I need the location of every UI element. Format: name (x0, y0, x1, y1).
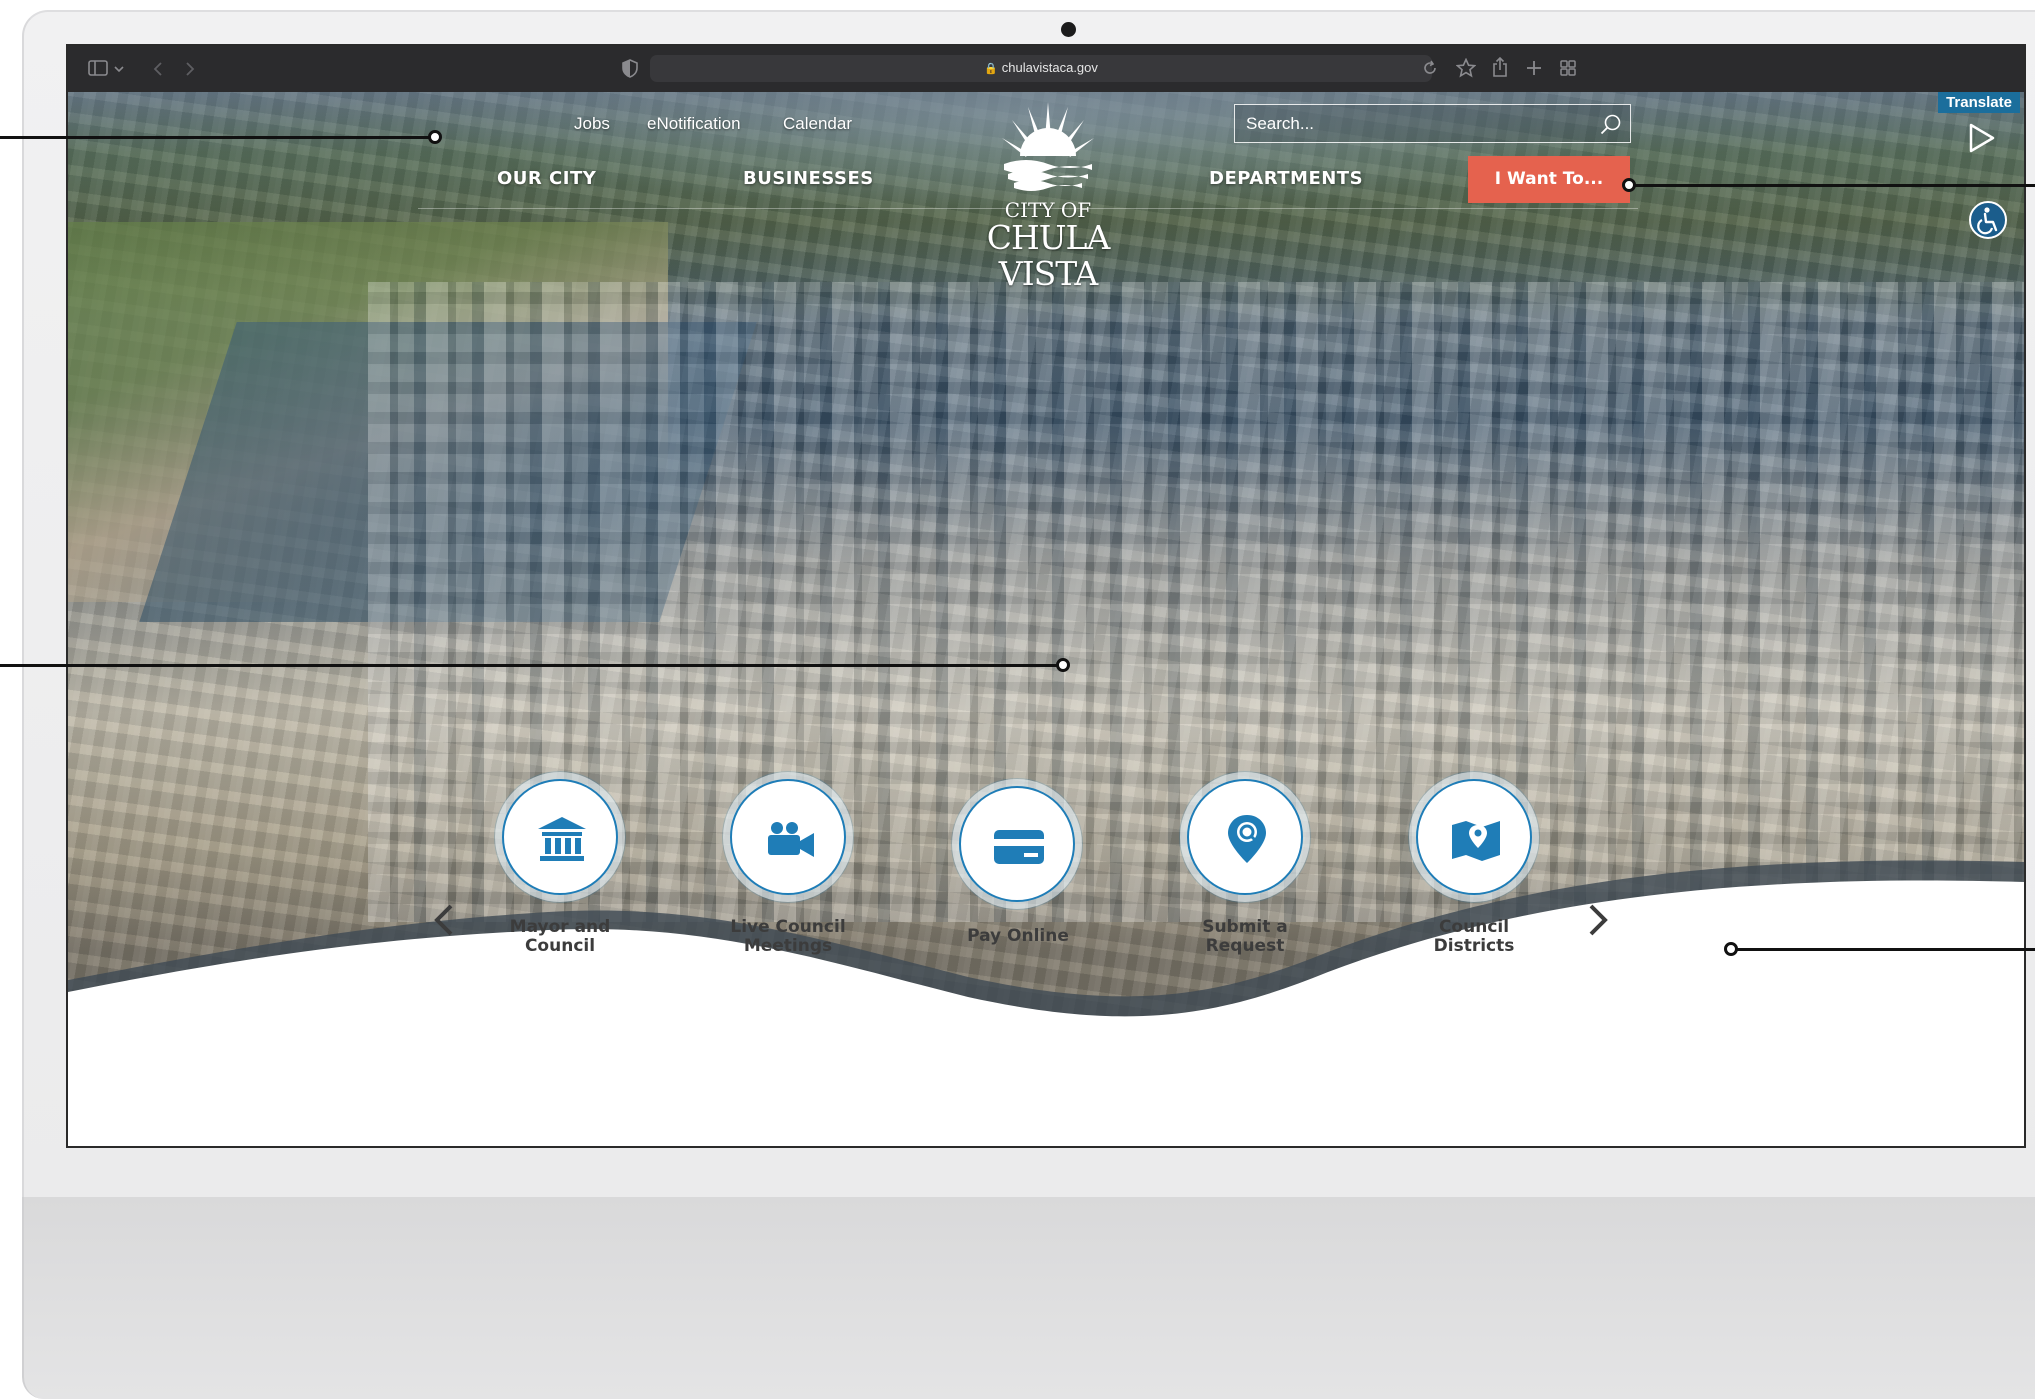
callout-dot-cta (1622, 178, 1636, 192)
quick-link-label: Mayor and (509, 917, 611, 937)
chevron-down-icon[interactable] (114, 65, 124, 73)
callout-dot-quicklinks (1724, 942, 1738, 956)
shield-icon[interactable] (622, 59, 638, 78)
forward-icon[interactable] (184, 61, 196, 77)
bottom-wave (68, 860, 2024, 1146)
quick-link-label: Pay Online (967, 926, 1069, 946)
url-text: chulavistaca.gov (1001, 60, 1098, 75)
quick-link-label: Live Council (730, 917, 846, 937)
quick-link-label: Districts (1433, 936, 1515, 956)
carousel-next-button[interactable] (1584, 900, 1612, 940)
carousel-prev-button[interactable] (430, 900, 458, 940)
address-bar[interactable]: 🔒 chulavistaca.gov (650, 55, 1432, 82)
callout-line-cta (1630, 184, 2035, 187)
quick-link-label: Request (1205, 936, 1285, 956)
callout-dot-header (428, 130, 442, 144)
callout-line-hero (0, 664, 1062, 667)
city-hall-icon (538, 817, 586, 861)
web-page: Jobs eNotification Calendar OUR CITY BUS… (68, 92, 2024, 1146)
share-icon[interactable] (1492, 57, 1508, 77)
monitor-mockup: 🔒 chulavistaca.gov Jobs eNotification Cal… (0, 0, 2035, 1399)
new-tab-icon[interactable] (1526, 60, 1542, 76)
callout-dot-hero (1056, 658, 1070, 672)
back-icon[interactable] (152, 61, 164, 77)
district-map-icon (1452, 821, 1500, 861)
quick-link-label: Council (1438, 917, 1510, 937)
callout-line-quicklinks (1730, 948, 2035, 951)
video-camera-icon (768, 822, 814, 857)
quick-link-label: Meetings (743, 936, 833, 956)
quick-link-label: Submit a (1202, 917, 1288, 937)
map-pin-search-icon (1228, 815, 1266, 863)
reload-icon[interactable] (1422, 60, 1438, 76)
credit-card-icon (994, 830, 1044, 864)
quick-link-label: Council (524, 936, 596, 956)
callout-line-header (0, 136, 434, 139)
tab-overview-icon[interactable] (1560, 60, 1576, 76)
lock-icon: 🔒 (984, 63, 998, 75)
monitor-chin (22, 1197, 2035, 1399)
sidebar-icon[interactable] (88, 60, 108, 76)
browser-toolbar: 🔒 chulavistaca.gov (68, 46, 2024, 92)
camera-icon (1061, 22, 1076, 37)
star-icon[interactable] (1456, 58, 1476, 78)
screen: 🔒 chulavistaca.gov Jobs eNotification Cal… (66, 44, 2026, 1148)
